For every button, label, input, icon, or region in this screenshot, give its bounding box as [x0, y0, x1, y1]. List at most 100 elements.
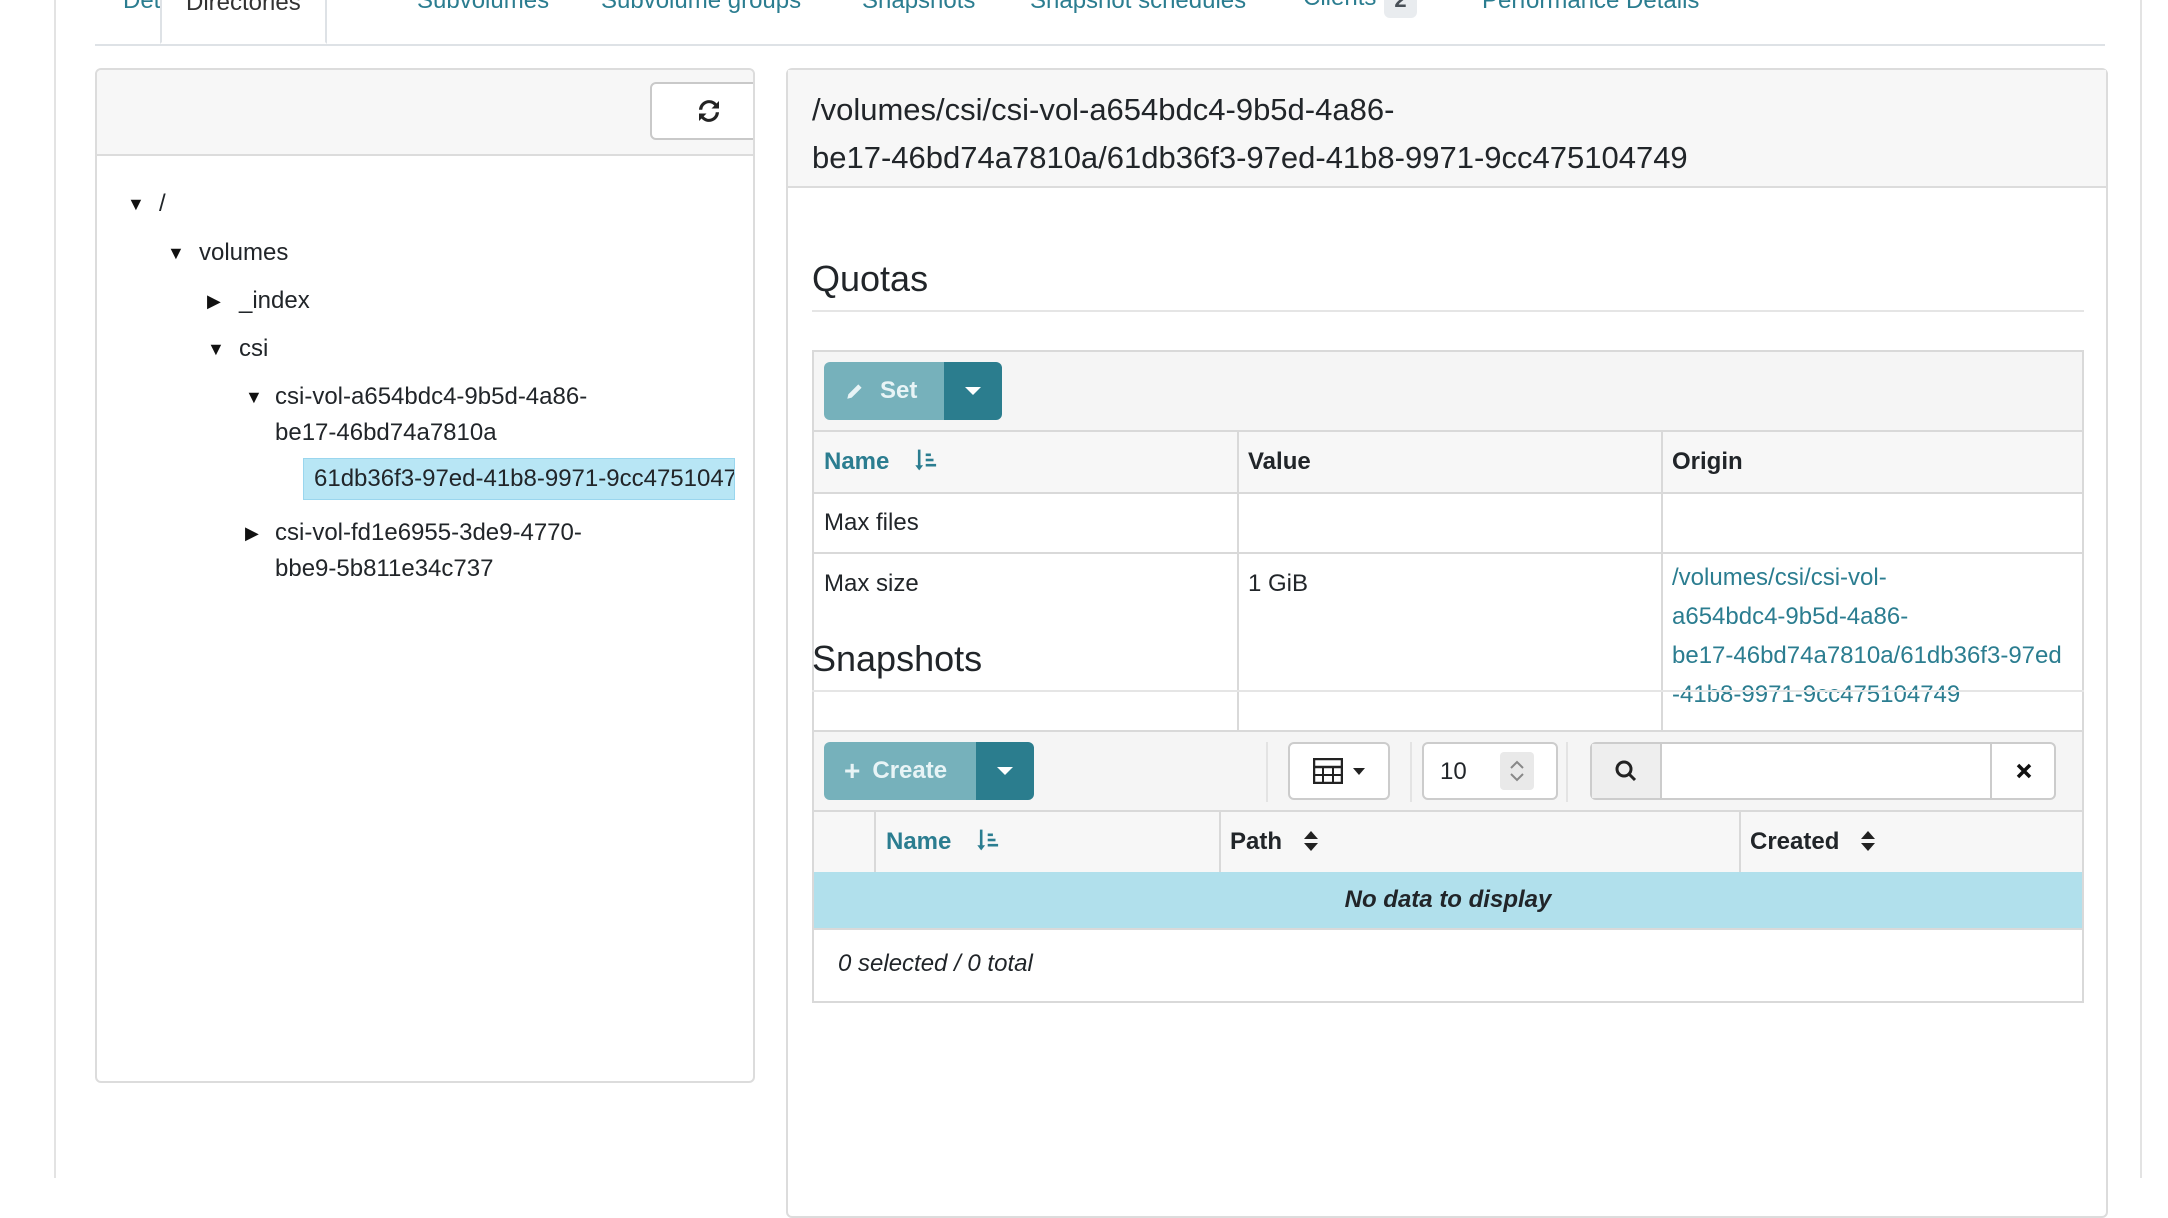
clear-search-button[interactable]	[1990, 744, 2056, 798]
column-header-value[interactable]: Value	[1248, 432, 1311, 492]
caret-down-icon[interactable]: ▼	[245, 379, 263, 415]
tab-clients[interactable]: Clients 2	[1303, 0, 1417, 18]
caret-right-icon[interactable]: ▶	[245, 515, 259, 551]
snapshots-table: + Create 10 Name Path Created No data to…	[812, 730, 2084, 1003]
quota-origin-line: -41b8-9971-9cc475104749	[1672, 681, 1961, 708]
snapshots-column-name[interactable]: Name	[886, 812, 1002, 872]
quotas-title: Quotas	[812, 258, 929, 299]
tab-snapshot-schedules[interactable]: Snapshot schedules	[1030, 0, 1246, 16]
set-quota-dropdown-toggle[interactable]	[944, 362, 1002, 420]
caret-down-icon	[997, 767, 1013, 775]
column-name-label: Name	[886, 828, 952, 855]
close-icon	[2016, 763, 2032, 779]
quotas-divider	[812, 310, 2084, 312]
divider	[814, 430, 2082, 432]
snapshots-divider	[812, 690, 2084, 692]
tab-subvolume-groups[interactable]: Subvolume groups	[601, 0, 801, 16]
page-frame-left	[54, 0, 56, 1178]
divider	[1237, 432, 1239, 732]
quota-origin-line: be17-46bd74a7810a/61db36f3-97ed	[1672, 642, 2062, 669]
tab-subvolumes[interactable]: Subvolumes	[417, 0, 549, 16]
divider	[814, 810, 2082, 812]
column-created-label: Created	[1750, 828, 1840, 855]
tree-node-vol1[interactable]: csi-vol-a654bdc4-9b5d-4a86-	[275, 379, 587, 415]
caret-down-icon	[1353, 767, 1365, 775]
tree-node-vol1-cont[interactable]: be17-46bd74a7810a	[275, 415, 497, 451]
empty-table-message: No data to display	[814, 872, 2082, 928]
snapshots-title: Snapshots	[812, 638, 983, 679]
quota-row-max-files-name: Max files	[824, 509, 919, 536]
tree-node-selected[interactable]: 61db36f3-97ed-41b8-9971-9cc475104749	[303, 458, 735, 500]
tab-bar: Details Directories Subvolumes Subvolume…	[95, 0, 2105, 46]
divider	[1566, 742, 1568, 802]
tab-performance-details[interactable]: Performance Details	[1482, 0, 1699, 16]
divider	[814, 552, 2082, 554]
directory-path-line2: be17-46bd74a7810a/61db36f3-97ed-41b8-997…	[812, 140, 1688, 175]
create-snapshot-label: Create	[872, 757, 948, 784]
tree-node-vol2-cont[interactable]: bbe9-5b811e34c737	[275, 551, 493, 587]
sort-icon	[1861, 831, 1876, 851]
snapshots-header-row	[814, 812, 2082, 872]
column-header-name[interactable]: Name	[824, 432, 940, 492]
sort-ascending-icon	[977, 829, 999, 851]
table-icon	[1313, 758, 1343, 784]
pencil-icon	[847, 384, 862, 399]
divider	[1266, 742, 1268, 802]
set-quota-label: Set	[880, 377, 918, 404]
sort-icon	[1303, 831, 1318, 851]
column-path-label: Path	[1230, 828, 1283, 855]
tree-node-vol2[interactable]: csi-vol-fd1e6955-3de9-4770-	[275, 515, 582, 551]
create-snapshot-dropdown-toggle[interactable]	[976, 742, 1034, 800]
caret-down-icon[interactable]: ▼	[207, 331, 225, 367]
refresh-button[interactable]	[650, 82, 753, 140]
snapshots-column-path[interactable]: Path	[1230, 812, 1319, 872]
divider	[874, 812, 876, 872]
snapshots-toolbar: + Create 10	[814, 732, 2082, 814]
divider	[1661, 432, 1663, 732]
quota-row-max-size-name: Max size	[824, 570, 919, 597]
create-snapshot-button[interactable]: + Create	[824, 742, 976, 800]
clients-count-badge: 2	[1384, 0, 1417, 18]
search-icon	[1615, 760, 1637, 782]
page-frame-right	[2140, 0, 2142, 1178]
divider	[1219, 812, 1221, 872]
snapshots-column-created[interactable]: Created	[1750, 812, 1876, 872]
search-input[interactable]	[1662, 744, 1992, 798]
caret-down-icon[interactable]: ▼	[127, 186, 145, 222]
quotas-table: Set Name Value Origin Max files Max size…	[812, 350, 2084, 734]
set-quota-button-group: Set	[824, 362, 1002, 420]
divider	[1410, 742, 1412, 802]
directory-detail-panel: /volumes/csi/csi-vol-a654bdc4-9b5d-4a86-…	[786, 68, 2108, 1218]
quota-row-max-size-value: 1 GiB	[1248, 570, 1309, 597]
tree-node-volumes[interactable]: volumes	[199, 235, 288, 271]
create-snapshot-button-group: + Create	[824, 742, 1034, 800]
tree-node-index[interactable]: _index	[239, 283, 310, 319]
page-size-stepper[interactable]: 10	[1422, 742, 1558, 800]
divider	[814, 928, 2082, 930]
column-header-origin[interactable]: Origin	[1672, 432, 1743, 492]
stepper-arrows-icon[interactable]	[1500, 752, 1534, 790]
column-name-label: Name	[824, 448, 890, 475]
detail-header: /volumes/csi/csi-vol-a654bdc4-9b5d-4a86-…	[788, 70, 2106, 188]
divider	[814, 492, 2082, 494]
set-quota-button[interactable]: Set	[824, 362, 944, 420]
tab-directories[interactable]: Directories	[160, 0, 327, 44]
sort-ascending-icon	[915, 449, 937, 471]
caret-down-icon	[965, 387, 981, 395]
directory-tree-panel: ▼ / ▼ volumes ▶ _index ▼ csi ▼ csi-vol-a…	[95, 68, 755, 1083]
caret-down-icon[interactable]: ▼	[167, 235, 185, 271]
search-addon	[1592, 744, 1662, 798]
quota-origin-line: /volumes/csi/csi-vol-	[1672, 564, 1887, 591]
selection-summary: 0 selected / 0 total	[838, 950, 1033, 977]
tab-snapshots[interactable]: Snapshots	[862, 0, 975, 16]
tree-node-csi[interactable]: csi	[239, 331, 268, 367]
caret-right-icon[interactable]: ▶	[207, 283, 221, 319]
column-toggle-button[interactable]	[1288, 742, 1390, 800]
search-group	[1590, 742, 2056, 800]
tree-node-root[interactable]: /	[159, 186, 166, 222]
divider	[1739, 812, 1741, 872]
directory-path-line1: /volumes/csi/csi-vol-a654bdc4-9b5d-4a86-	[812, 92, 1395, 127]
refresh-icon	[699, 100, 719, 122]
tree-header	[97, 70, 753, 156]
quota-origin-line: a654bdc4-9b5d-4a86-	[1672, 603, 1909, 630]
